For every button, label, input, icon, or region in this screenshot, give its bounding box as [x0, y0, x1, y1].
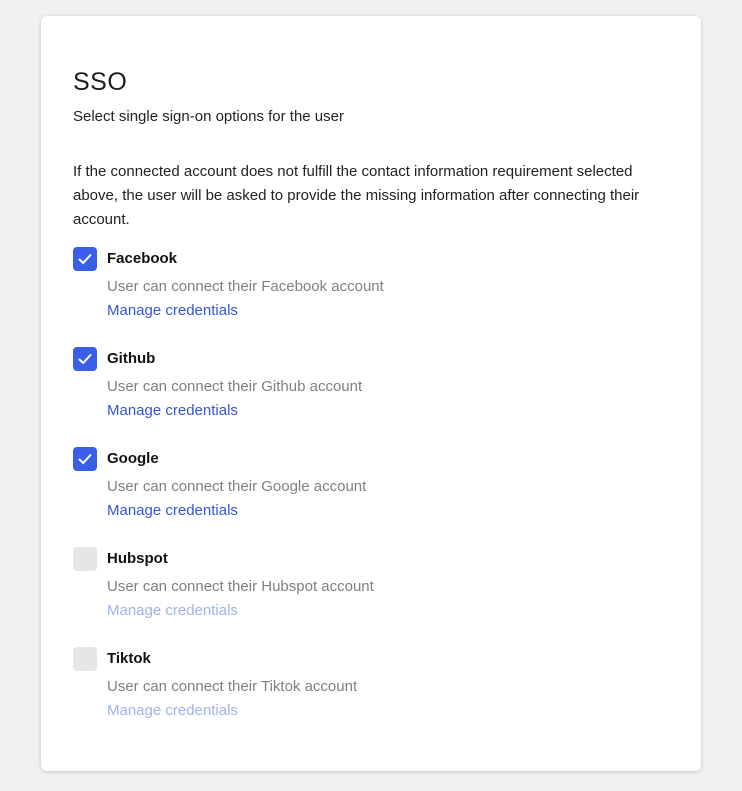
facebook-checkbox[interactable]	[73, 247, 97, 271]
manage-credentials-link[interactable]: Manage credentials	[107, 702, 238, 719]
provider-facebook: Facebook User can connect their Facebook …	[73, 247, 633, 337]
provider-description: User can connect their Hubspot account	[107, 578, 374, 595]
provider-hubspot: Hubspot User can connect their Hubspot ac…	[73, 547, 633, 637]
provider-github: Github User can connect their Github acco…	[73, 347, 633, 437]
provider-google: Google User can connect their Google acco…	[73, 447, 633, 537]
provider-description: User can connect their Google account	[107, 478, 367, 495]
manage-credentials-link[interactable]: Manage credentials	[107, 302, 238, 319]
manage-credentials-link[interactable]: Manage credentials	[107, 502, 238, 519]
provider-name: Github	[107, 350, 156, 367]
hubspot-checkbox[interactable]	[73, 547, 97, 571]
checkmark-icon	[78, 354, 92, 364]
sso-card: SSO Select single sign-on options for th…	[41, 16, 701, 771]
github-checkbox[interactable]	[73, 347, 97, 371]
provider-description: User can connect their Facebook account	[107, 278, 384, 295]
manage-credentials-link[interactable]: Manage credentials	[107, 402, 238, 419]
checkmark-icon	[78, 454, 92, 464]
provider-name: Tiktok	[107, 650, 151, 667]
manage-credentials-link[interactable]: Manage credentials	[107, 602, 238, 619]
provider-description: User can connect their Github account	[107, 378, 363, 395]
page-title: SSO	[73, 68, 128, 96]
checkmark-icon	[78, 254, 92, 264]
google-checkbox[interactable]	[73, 447, 97, 471]
provider-name: Google	[107, 450, 159, 467]
provider-description: User can connect their Tiktok account	[107, 678, 358, 695]
tiktok-checkbox[interactable]	[73, 647, 97, 671]
provider-name: Facebook	[107, 250, 178, 267]
info-text: If the connected account does not fulfil…	[73, 163, 640, 228]
provider-tiktok: Tiktok User can connect their Tiktok acco…	[73, 647, 633, 737]
subtitle: Select single sign-on options for the us…	[73, 108, 344, 125]
provider-name: Hubspot	[107, 550, 168, 567]
